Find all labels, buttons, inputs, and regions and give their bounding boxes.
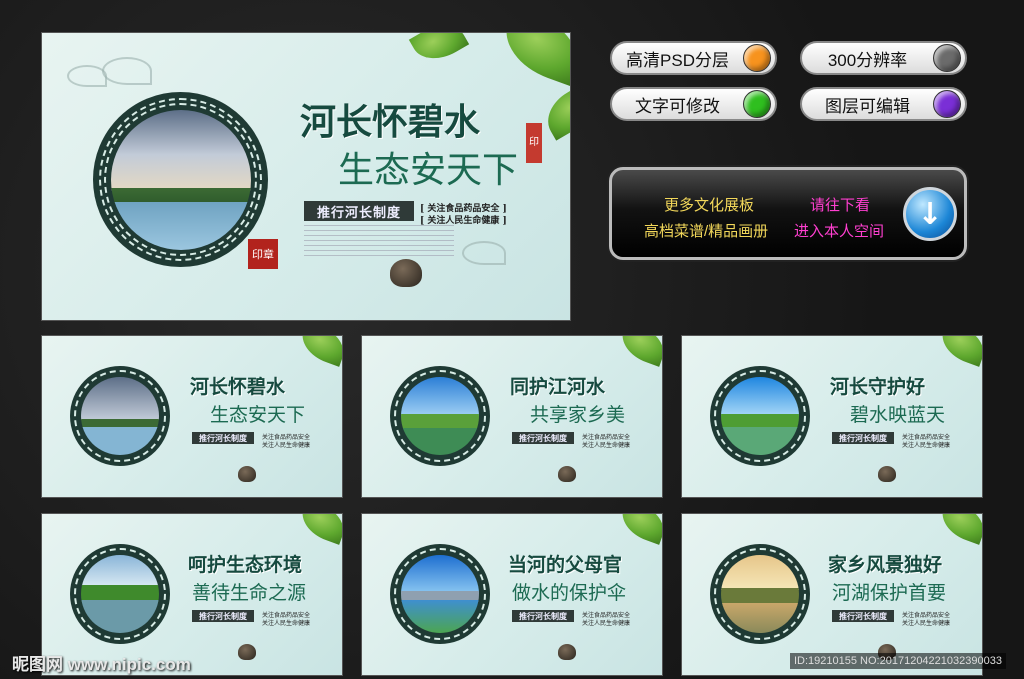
card-subtitle: 共享家乡美 xyxy=(530,404,626,426)
card-note-2: 关注人民生命健康 xyxy=(902,442,951,449)
watermark: 昵图网 www.nipic.com xyxy=(12,655,191,674)
bronze-vessel-icon xyxy=(558,466,576,482)
sunset-river-photo xyxy=(721,555,799,633)
cloud-ornament xyxy=(462,241,506,265)
promo-line-3: 请往下看 xyxy=(810,197,871,214)
bronze-vessel-icon xyxy=(390,259,422,287)
cloud-ornament xyxy=(67,65,107,87)
card-subtitle: 碧水映蓝天 xyxy=(850,404,946,426)
feature-pill-psd: 高清PSD分层 xyxy=(610,41,777,75)
feature-pill-editable-text: 文字可修改 xyxy=(610,87,777,121)
hero-board: 河长怀碧水 生态安天下 印 推行河长制度 [ 关注食品药品安全 ] [ 关注人民… xyxy=(41,32,571,321)
round-frame xyxy=(390,366,490,466)
leaf-decoration xyxy=(295,336,342,367)
round-frame xyxy=(70,544,170,644)
hero-banner: 推行河长制度 xyxy=(304,201,414,221)
pill-label: 300分辨率 xyxy=(827,50,908,70)
card-banner: 推行河长制度 xyxy=(192,610,254,622)
river-photo xyxy=(110,109,251,250)
city-photo xyxy=(401,555,479,633)
red-seal: 印章 xyxy=(248,239,278,269)
cloud-ornament xyxy=(102,57,152,85)
hero-note-2: [ 关注人民生命健康 ] xyxy=(420,216,507,226)
gray-dot-icon xyxy=(933,44,961,72)
board-card-6: 家乡风景独好 河湖保护首要 推行河长制度 关注食品药品安全 关注人民生命健康 xyxy=(681,513,983,676)
board-card-1: 河长怀碧水 生态安天下 推行河长制度 关注食品药品安全 关注人民生命健康 xyxy=(41,335,343,498)
board-card-5: 当河的父母官 做水的保护伞 推行河长制度 关注食品药品安全 关注人民生命健康 xyxy=(361,513,663,676)
card-subtitle: 生态安天下 xyxy=(210,404,306,426)
leaf-decoration xyxy=(615,514,662,545)
download-arrow-icon[interactable]: ↓ xyxy=(903,187,957,241)
card-title: 同护江河水 xyxy=(510,376,606,398)
card-banner: 推行河长制度 xyxy=(832,432,894,444)
round-frame xyxy=(390,544,490,644)
card-note-2: 关注人民生命健康 xyxy=(262,442,311,449)
leaf-decoration xyxy=(538,85,570,141)
card-note-2: 关注人民生命健康 xyxy=(902,620,951,627)
pill-label: 高清PSD分层 xyxy=(626,50,729,70)
card-subtitle: 善待生命之源 xyxy=(192,582,307,604)
leaf-decoration xyxy=(615,336,662,367)
round-frame xyxy=(710,366,810,466)
feature-pill-resolution: 300分辨率 xyxy=(800,41,967,75)
card-banner: 推行河长制度 xyxy=(832,610,894,622)
canal-photo xyxy=(81,555,159,633)
pill-label: 图层可编辑 xyxy=(825,96,910,116)
leaf-decoration xyxy=(408,33,470,70)
river-photo xyxy=(81,377,159,455)
bronze-vessel-icon xyxy=(878,466,896,482)
card-banner: 推行河长制度 xyxy=(512,432,574,444)
park-photo xyxy=(401,377,479,455)
round-frame xyxy=(93,92,268,267)
promo-line-4: 进入本人空间 xyxy=(794,223,885,240)
board-card-3: 河长守护好 碧水映蓝天 推行河长制度 关注食品药品安全 关注人民生命健康 xyxy=(681,335,983,498)
leaf-decoration xyxy=(295,514,342,545)
bronze-vessel-icon xyxy=(558,644,576,660)
card-title: 河长守护好 xyxy=(830,376,926,398)
hero-title: 河长怀碧水 xyxy=(300,101,481,143)
lake-photo xyxy=(721,377,799,455)
promo-panel[interactable]: 更多文化展板 高档菜谱/精品画册 请往下看 进入本人空间 ↓ xyxy=(609,167,967,260)
body-text xyxy=(304,225,454,259)
leaf-decoration xyxy=(495,33,570,87)
card-subtitle: 河湖保护首要 xyxy=(832,582,947,604)
card-title: 河长怀碧水 xyxy=(190,376,286,398)
card-banner: 推行河长制度 xyxy=(192,432,254,444)
card-title: 当河的父母官 xyxy=(508,554,623,576)
card-note-2: 关注人民生命健康 xyxy=(262,620,311,627)
card-subtitle: 做水的保护伞 xyxy=(512,582,627,604)
orange-dot-icon xyxy=(743,44,771,72)
bronze-vessel-icon xyxy=(238,466,256,482)
card-banner: 推行河长制度 xyxy=(512,610,574,622)
green-dot-icon xyxy=(743,90,771,118)
hero-subtitle: 生态安天下 xyxy=(338,150,519,191)
feature-pill-layers: 图层可编辑 xyxy=(800,87,967,121)
round-frame xyxy=(710,544,810,644)
card-note-2: 关注人民生命健康 xyxy=(582,442,631,449)
leaf-decoration xyxy=(935,514,982,545)
pill-label: 文字可修改 xyxy=(635,96,720,116)
card-title: 呵护生态环境 xyxy=(188,554,303,576)
leaf-decoration xyxy=(935,336,982,367)
bronze-vessel-icon xyxy=(238,644,256,660)
image-id: ID:19210155 NO:20171204221032390033 xyxy=(790,653,1006,669)
board-card-2: 同护江河水 共享家乡美 推行河长制度 关注食品药品安全 关注人民生命健康 xyxy=(361,335,663,498)
round-frame xyxy=(70,366,170,466)
promo-line-2: 高档菜谱/精品画册 xyxy=(644,223,769,240)
card-title: 家乡风景独好 xyxy=(828,554,943,576)
red-seal: 印 xyxy=(526,123,542,163)
promo-line-1: 更多文化展板 xyxy=(664,197,755,214)
card-note-2: 关注人民生命健康 xyxy=(582,620,631,627)
purple-dot-icon xyxy=(933,90,961,118)
